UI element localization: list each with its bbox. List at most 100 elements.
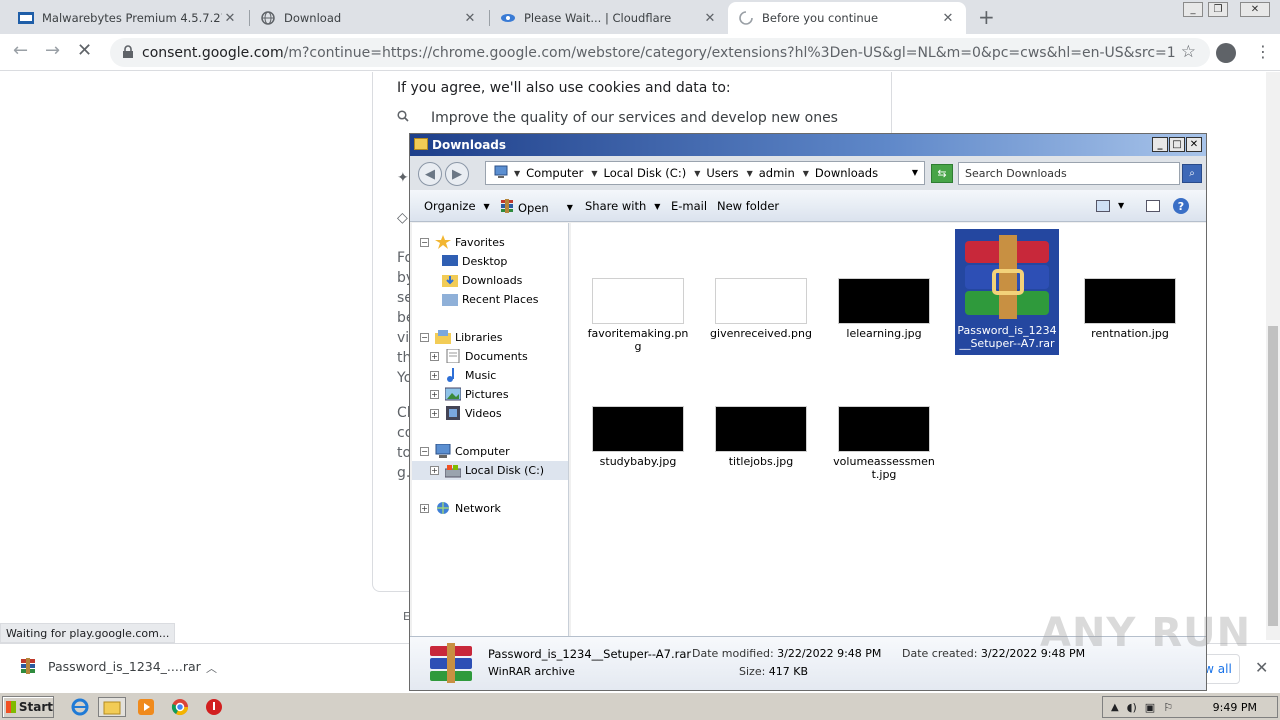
close-window-button[interactable]: ✕ <box>1240 2 1270 17</box>
file-item[interactable]: favoritemaking.png <box>586 278 690 353</box>
window-title: Downloads <box>432 138 507 152</box>
tab-cloudflare[interactable]: Please Wait... | Cloudflare ✕ <box>490 2 728 34</box>
scrollbar-thumb[interactable] <box>1268 326 1278 626</box>
tab-malwarebytes[interactable]: Malwarebytes Premium 4.5.7.279 C ✕ <box>8 2 248 34</box>
file-item[interactable]: studybaby.jpg <box>586 406 690 468</box>
chevron-down-icon[interactable]: ▼ <box>803 169 809 178</box>
breadcrumb-computer[interactable]: Computer <box>526 166 583 180</box>
search-icon[interactable]: ⌕ <box>1182 164 1202 183</box>
expand-icon[interactable]: + <box>430 466 439 475</box>
maximize-button[interactable]: □ <box>1169 137 1185 152</box>
expand-icon[interactable]: + <box>430 351 439 361</box>
breadcrumb-users[interactable]: Users <box>706 166 738 180</box>
download-item[interactable]: Password_is_1234_....rar <box>20 658 201 674</box>
minimize-window-button[interactable]: _ <box>1183 2 1203 17</box>
stop-sign-icon[interactable] <box>200 697 228 717</box>
explorer-address-bar[interactable]: ▼ Computer ▼ Local Disk (C:) ▼ Users ▼ a… <box>485 161 925 185</box>
profile-avatar-icon[interactable] <box>1216 43 1236 63</box>
close-icon[interactable]: ✕ <box>1255 658 1268 677</box>
restore-window-button[interactable]: ❐ <box>1208 2 1228 17</box>
tab-download[interactable]: Download ✕ <box>250 2 488 34</box>
new-folder-button[interactable]: New folder <box>717 199 779 213</box>
expand-icon[interactable]: + <box>430 370 439 380</box>
open-button[interactable]: Open ▼ <box>500 199 573 216</box>
chevron-down-icon[interactable]: ▼ <box>591 169 597 178</box>
breadcrumb-local-disk[interactable]: Local Disk (C:) <box>603 166 686 180</box>
chrome-icon[interactable] <box>166 697 194 717</box>
tree-item-documents[interactable]: + Documents <box>430 348 528 364</box>
size-value: 417 KB <box>768 665 809 678</box>
chevron-up-icon[interactable]: ︿ <box>206 660 217 676</box>
internet-explorer-icon[interactable] <box>66 697 94 717</box>
chevron-up-icon[interactable]: ▲ <box>1111 702 1119 713</box>
expand-icon[interactable]: + <box>430 389 439 399</box>
tree-item-recent-places[interactable]: Recent Places <box>442 292 539 306</box>
file-item[interactable]: lelearning.jpg <box>832 278 936 340</box>
flag-icon[interactable]: ⚐ <box>1163 701 1173 714</box>
chevron-down-icon[interactable]: ▼ <box>694 169 700 178</box>
tree-item-network[interactable]: + Network <box>420 501 501 515</box>
forward-button[interactable]: ▶ <box>445 162 469 186</box>
tree-item-music[interactable]: + Music <box>430 368 496 382</box>
share-with-button[interactable]: Share with ▼ <box>585 199 660 213</box>
breadcrumb-downloads[interactable]: Downloads <box>815 166 878 180</box>
lock-icon <box>122 45 134 63</box>
collapse-icon[interactable]: − <box>420 237 429 247</box>
close-icon[interactable]: ✕ <box>222 11 238 26</box>
tree-item-favorites[interactable]: − Favorites <box>420 235 505 249</box>
minimize-button[interactable]: _ <box>1152 137 1168 152</box>
tree-item-desktop[interactable]: Desktop <box>442 254 507 268</box>
bookmark-star-icon[interactable]: ☆ <box>1181 42 1196 62</box>
preview-pane-icon[interactable] <box>1146 200 1160 212</box>
address-dropdown-icon[interactable]: ▼ <box>912 168 918 177</box>
tree-item-downloads[interactable]: Downloads <box>442 273 522 287</box>
refresh-icon[interactable]: ⇆ <box>931 164 953 183</box>
network-tray-icon[interactable]: ▣ <box>1145 701 1155 714</box>
tree-item-computer[interactable]: − Computer <box>420 443 510 458</box>
clock[interactable]: 9:49 PM <box>1213 701 1257 714</box>
expand-icon[interactable]: + <box>430 408 439 418</box>
expand-icon[interactable]: + <box>420 503 429 513</box>
organize-button[interactable]: Organize ▼ <box>424 199 490 213</box>
status-bubble: Waiting for play.google.com... <box>0 623 176 643</box>
file-item-selected[interactable]: Password_is_1234__Setuper--A7.rar <box>955 229 1059 355</box>
email-button[interactable]: E-mail <box>671 199 707 213</box>
file-item[interactable]: givenreceived.png <box>709 278 813 340</box>
collapse-icon[interactable]: − <box>420 332 429 342</box>
stop-loading-icon[interactable]: ✕ <box>77 42 92 60</box>
tree-item-libraries[interactable]: − Libraries <box>420 330 503 344</box>
close-button[interactable]: ✕ <box>1186 137 1202 152</box>
file-item[interactable]: titlejobs.jpg <box>709 406 813 468</box>
tab-before-you-continue[interactable]: Before you continue ✕ <box>728 2 966 34</box>
page-scrollbar[interactable] <box>1266 72 1280 640</box>
media-player-icon[interactable] <box>132 697 160 717</box>
file-item[interactable]: volumeassessment.jpg <box>832 406 936 481</box>
image-thumbnail <box>715 406 807 452</box>
explorer-taskbar-icon[interactable] <box>98 697 126 717</box>
collapse-icon[interactable]: − <box>420 446 429 456</box>
new-tab-button[interactable]: + <box>978 7 995 27</box>
help-icon[interactable]: ? <box>1173 198 1189 214</box>
tree-item-videos[interactable]: + Videos <box>430 406 502 420</box>
address-bar[interactable]: consent.google.com/m?continue=https://ch… <box>110 38 1210 67</box>
search-input[interactable]: Search Downloads <box>958 162 1180 185</box>
back-arrow-icon[interactable]: ← <box>13 42 28 60</box>
tree-item-local-disk[interactable]: + Local Disk (C:) <box>412 461 568 480</box>
chevron-down-icon[interactable]: ▼ <box>514 169 520 178</box>
explorer-titlebar[interactable]: Downloads _ □ ✕ <box>410 134 1206 156</box>
volume-icon[interactable]: ◖) <box>1127 701 1137 714</box>
file-item[interactable]: rentnation.jpg <box>1078 278 1182 340</box>
close-icon[interactable]: ✕ <box>462 11 478 26</box>
close-icon[interactable]: ✕ <box>702 11 718 26</box>
forward-arrow-icon[interactable]: → <box>45 42 60 60</box>
close-icon[interactable]: ✕ <box>940 11 956 26</box>
breadcrumb-admin[interactable]: admin <box>759 166 795 180</box>
start-button[interactable]: Start <box>2 696 54 718</box>
menu-kebab-icon[interactable]: ⋮ <box>1255 42 1271 61</box>
chevron-down-icon[interactable]: ▼ <box>747 169 753 178</box>
back-button[interactable]: ◀ <box>418 162 442 186</box>
image-thumbnail <box>715 278 807 324</box>
tree-item-pictures[interactable]: + Pictures <box>430 387 509 401</box>
chevron-down-icon[interactable]: ▼ <box>1118 201 1124 210</box>
change-view-icon[interactable] <box>1096 200 1110 212</box>
